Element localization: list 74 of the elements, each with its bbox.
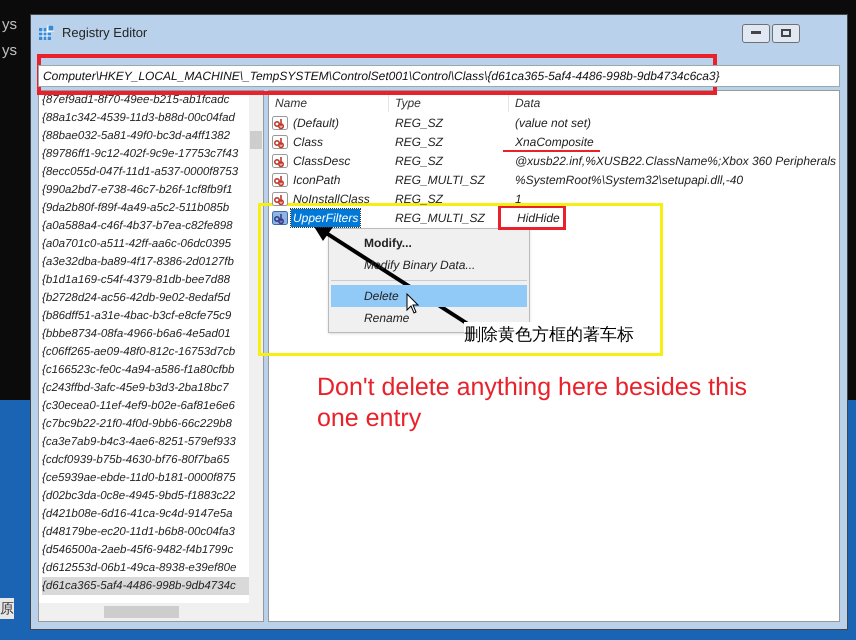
desktop-text: ys [2,15,17,35]
value-type: REG_MULTI_SZ [394,172,486,188]
minimize-button[interactable] [742,24,770,42]
desktop-text: ys [2,41,17,61]
value-name[interactable]: NoInstallClass [291,190,372,208]
window-title: Registry Editor [62,24,148,42]
string-value-icon [272,210,288,224]
tree-item[interactable]: {a0a588a4-c46f-4b37-b7ea-c82fe898 [42,217,249,235]
value-data: 1 [515,192,522,206]
tree-item[interactable]: {b86dff51-a31e-4bac-b3cf-e8cfe75c9 [42,307,249,325]
value-type: REG_SZ [394,152,444,170]
menu-item[interactable]: Modify... [331,232,527,254]
warning-text: Don't delete anything here besides this one entry [317,372,748,434]
tree-item[interactable]: {cdcf0939-b75b-4630-bf76-80f7ba65 [42,451,249,469]
value-data: %SystemRoot%\System32\setupapi.dll,-40 [515,172,744,186]
tree-item[interactable]: {89786ff1-9c12-402f-9c9e-17753c7f43 [42,145,249,163]
mouse-cursor-icon [406,293,420,315]
value-type: REG_SZ [394,114,444,132]
tree-item[interactable]: {87ef9ad1-8f70-49ee-b215-ab1fcadc [42,91,249,109]
tree-item[interactable]: {c7bc9b22-21f0-4f0d-9bb6-66c229b8 [42,415,249,433]
string-value-icon [272,192,288,206]
tree-item[interactable]: {d61ca365-5af4-4486-998b-9db4734c [42,577,249,595]
value-type: REG_SZ [394,190,444,208]
address-bar[interactable]: Computer\HKEY_LOCAL_MACHINE\_TempSYSTEM\ControlSet001\Control\Class\{d61ca365-5af4-4486-998b-9db4734c6ca3} [38,65,840,87]
tree-item[interactable]: {a0a701c0-a511-42ff-aa6c-06dc0395 [42,235,249,253]
horizontal-scrollbar[interactable] [39,603,263,621]
address-text: Computer\HKEY_LOCAL_MACHINE\_TempSYSTEM\ControlSet001\Control\Class\{d61ca365-5af4-4486-998b-9db4734c6ca3} [43,68,720,85]
tree-item[interactable]: {d02bc3da-0c8e-4945-9bd5-f1883c22 [42,487,249,505]
tree-item[interactable]: {88a1c342-4539-11d3-b88d-00c04fad [42,109,249,127]
minimize-icon [751,31,761,35]
tree-item[interactable]: {a3e32dba-ba89-4f17-8386-2d0127fb [42,253,249,271]
string-value-icon [272,134,288,148]
tree-item[interactable]: {d48179be-ec20-11d1-b6b8-00c04fa3 [42,523,249,541]
column-header[interactable]: Type [389,94,509,112]
tree-item[interactable]: {9da2b80f-f89f-4a49-a5c2-511b085b [42,199,249,217]
string-value-icon [272,172,288,186]
column-header[interactable]: Name [269,94,389,112]
value-name[interactable]: ClassDesc [291,152,352,170]
tree-item[interactable]: {c30ecea0-11ef-4ef9-b02e-6af81e6e6 [42,397,249,415]
tree-item[interactable]: {d612553d-06b1-49ca-8938-e39ef80e [42,559,249,577]
value-name[interactable]: (Default) [291,114,342,132]
value-name[interactable]: IconPath [291,170,342,188]
tree-item[interactable]: {d421b08e-6d16-41ca-9c4d-9147e5a [42,505,249,523]
tree-item[interactable]: {c06ff265-ae09-48f0-812c-16753d7cb [42,343,249,361]
value-data: @xusb22.inf,%XUSB22.ClassName%;Xbox 360 Peripherals [515,154,836,168]
string-value-icon [272,116,288,130]
scrollbar-thumb[interactable] [250,131,262,149]
maximize-button[interactable] [772,24,800,42]
value-data: HidHide [515,210,562,224]
tree-item[interactable]: {b2728d24-ac56-42db-9e02-8edaf5d [42,289,249,307]
tree-item[interactable]: {ca3e7ab9-b4c3-4ae6-8251-579ef933 [42,433,249,451]
tree-item[interactable]: {d546500a-2aeb-45f6-9482-f4b1799c [42,541,249,559]
tree-item[interactable]: {c166523c-fe0c-4a94-a586-f1a80cfbb [42,361,249,379]
restore-icon [781,29,791,37]
registry-icon [38,25,54,41]
highlight-box [498,205,566,230]
desktop-text: 原 [0,598,14,619]
scrollbar-thumb[interactable] [104,606,179,618]
tree-item[interactable]: {990a2bd7-e738-46c7-b26f-1cf8fb9f1 [42,181,249,199]
menu-item[interactable]: Delete [331,285,527,307]
value-name[interactable]: Class [291,132,326,150]
string-value-icon [272,154,288,168]
tree-item[interactable]: {8ecc055d-047f-11d1-a537-0000f8753 [42,163,249,181]
value-data: (value not set) [515,116,592,130]
value-type: REG_SZ [394,134,444,150]
value-data: XnaComposite [515,134,594,148]
column-header[interactable]: Data [509,94,839,112]
value-name[interactable]: UpperFilters [291,208,360,226]
tree-item[interactable]: {bbbe8734-08fa-4966-b6a6-4e5ad01 [42,325,249,343]
tree-item[interactable]: {c243ffbd-3afc-45e9-b3d3-2ba18bc7 [42,379,249,397]
tree-item[interactable]: {88bae032-5a81-49f0-bc3d-a4ff1382 [42,127,249,145]
tree-item[interactable]: {ce5939ae-ebde-11d0-b181-0000f875 [42,469,249,487]
tree-item[interactable]: {b1d1a169-c54f-4379-81db-bee7d88 [42,271,249,289]
value-type: REG_MULTI_SZ [394,210,486,226]
